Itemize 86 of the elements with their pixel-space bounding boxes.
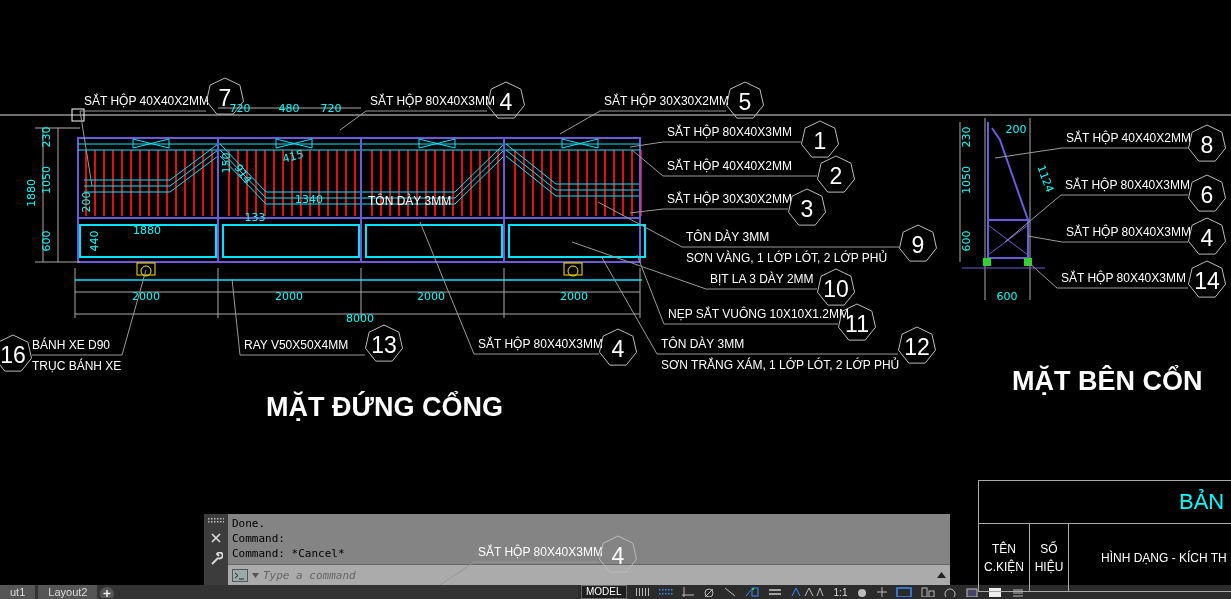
view-title: MẶT BÊN CỔN <box>1012 366 1203 396</box>
callout-label: SẮT HỘP 40X40X2MM <box>1066 131 1191 145</box>
layout-tab[interactable]: ut1 <box>0 585 36 599</box>
add-icon[interactable] <box>100 586 115 598</box>
osnap-icon[interactable] <box>723 587 736 597</box>
dimension-text: 480 <box>278 102 300 115</box>
callout-label: TRỤC BÁNH XE <box>32 359 122 373</box>
callout-marker: 13 <box>365 324 403 362</box>
cursor-box <box>71 108 85 122</box>
callout-label: RAY V50X50X4MM <box>244 338 349 352</box>
dimension-text: 600 <box>960 230 973 252</box>
callout-marker: 16 <box>0 334 32 372</box>
callout-label: SẮT HỘP 80X40X3MM <box>1061 271 1186 285</box>
polar-icon[interactable] <box>702 587 715 597</box>
dimension-text: 150 <box>220 152 233 174</box>
dimension-text: 2000 <box>275 290 303 303</box>
dimension-text: 440 <box>88 230 101 252</box>
expand-icon[interactable] <box>937 572 946 578</box>
ortho-icon[interactable] <box>681 587 694 597</box>
caret-icon[interactable] <box>252 572 259 578</box>
grid-icon[interactable] <box>635 587 650 597</box>
dimension-text: 200 <box>80 191 93 213</box>
annotation-icon[interactable] <box>790 587 825 597</box>
annotation-scale[interactable]: 1:1 <box>833 586 848 598</box>
callout-label: BỊT LA 3 DÀY 2MM <box>710 272 814 286</box>
callout-marker: 14 <box>1188 260 1226 298</box>
dimension-text: 230 <box>960 126 973 148</box>
column-heading: SỐ HIỆU <box>1034 540 1064 576</box>
model-button[interactable]: MODEL <box>581 585 627 599</box>
column-heading: TÊN C.KIỆN <box>984 540 1024 576</box>
callout-marker: 6 <box>1188 174 1226 212</box>
command-history-line: Done. <box>232 516 266 531</box>
dimension-text: 8000 <box>346 312 374 325</box>
callout-marker: 10 <box>817 268 855 306</box>
dimension-text: 2000 <box>417 290 445 303</box>
dimension-text: 2000 <box>560 290 588 303</box>
callout-label: TÔN DÀY 3MM <box>661 337 745 351</box>
dimension-text: 1340 <box>295 193 323 206</box>
dimension-text: 1880 <box>25 179 38 207</box>
callout-label: SẮT HỘP 80X40X3MM <box>370 94 495 108</box>
window-icon[interactable] <box>896 587 913 597</box>
isolate-icon[interactable] <box>921 587 936 597</box>
dimension-text: 600 <box>40 230 53 252</box>
wrench-icon[interactable] <box>209 552 223 565</box>
command-bar[interactable]: Type a command <box>228 564 950 585</box>
callout-marker: 9 <box>899 224 937 262</box>
screen-icon[interactable] <box>988 587 1003 597</box>
dimension-text: 1880 <box>133 224 161 237</box>
command-history-line: Command: <box>232 531 285 546</box>
callout-label: SẮT HỘP 40X40X2MM <box>667 159 792 173</box>
snap-icon[interactable] <box>658 587 673 597</box>
dimension-text: 720 <box>229 102 251 115</box>
customize-icon[interactable] <box>1011 587 1026 597</box>
view-title: MẶT ĐỨNG CỔNG <box>266 392 503 422</box>
callout-marker: 2 <box>817 155 855 193</box>
callout-label: SẮT HỘP 80X40X3MM <box>667 125 792 139</box>
callout-marker: 1 <box>801 120 839 158</box>
dimension-text: 415 <box>281 147 305 166</box>
callout-label: SẮT HỘP 80X40X3MM <box>1065 178 1190 192</box>
plus-icon[interactable] <box>877 587 888 597</box>
dimension-text: 2000 <box>132 290 160 303</box>
grip-icon[interactable] <box>208 518 224 524</box>
lineweight-icon[interactable] <box>767 587 782 597</box>
dimension-text: 230 <box>40 126 53 148</box>
dimension-text: 600 <box>996 290 1018 303</box>
callout-label: SẮT HỘP 30X30X2MM <box>604 94 729 108</box>
callout-label: SƠN VÀNG, 1 LỚP LÓT, 2 LỚP PHỦ <box>686 251 888 265</box>
prompt-icon[interactable] <box>232 568 248 582</box>
dimension-text: 720 <box>320 102 342 115</box>
title-block-heading: BẢN <box>1179 489 1225 515</box>
command-history-line: Command: *Cancel* <box>232 546 345 561</box>
callout-label: SẮT HỘP 40X40X2MM <box>84 94 209 108</box>
dimension-text: 1050 <box>40 166 53 194</box>
column-heading: HÌNH DẠNG - KÍCH TH <box>1101 549 1227 567</box>
callout-marker: 12 <box>898 326 936 364</box>
callout-label: SẮT HỘP 80X40X3MM <box>1066 225 1191 239</box>
layout-tab[interactable]: Layout2 <box>38 585 98 599</box>
dimension-text: 200 <box>1005 123 1027 136</box>
callout-label: TÔN DÀY 3MM <box>686 230 770 244</box>
dimension-text: 1050 <box>960 166 973 194</box>
panel-label: TÔN DÀY 3MM <box>368 194 452 208</box>
callout-label: BÁNH XE D90 <box>32 338 111 352</box>
dimension-text: 1124 <box>1034 163 1057 195</box>
callout-label: SƠN TRẮNG XÁM, 1 LỚP LÓT, 2 LỚP PHỦ <box>661 358 900 372</box>
tracking-icon[interactable] <box>744 587 759 597</box>
close-icon[interactable] <box>211 533 221 543</box>
